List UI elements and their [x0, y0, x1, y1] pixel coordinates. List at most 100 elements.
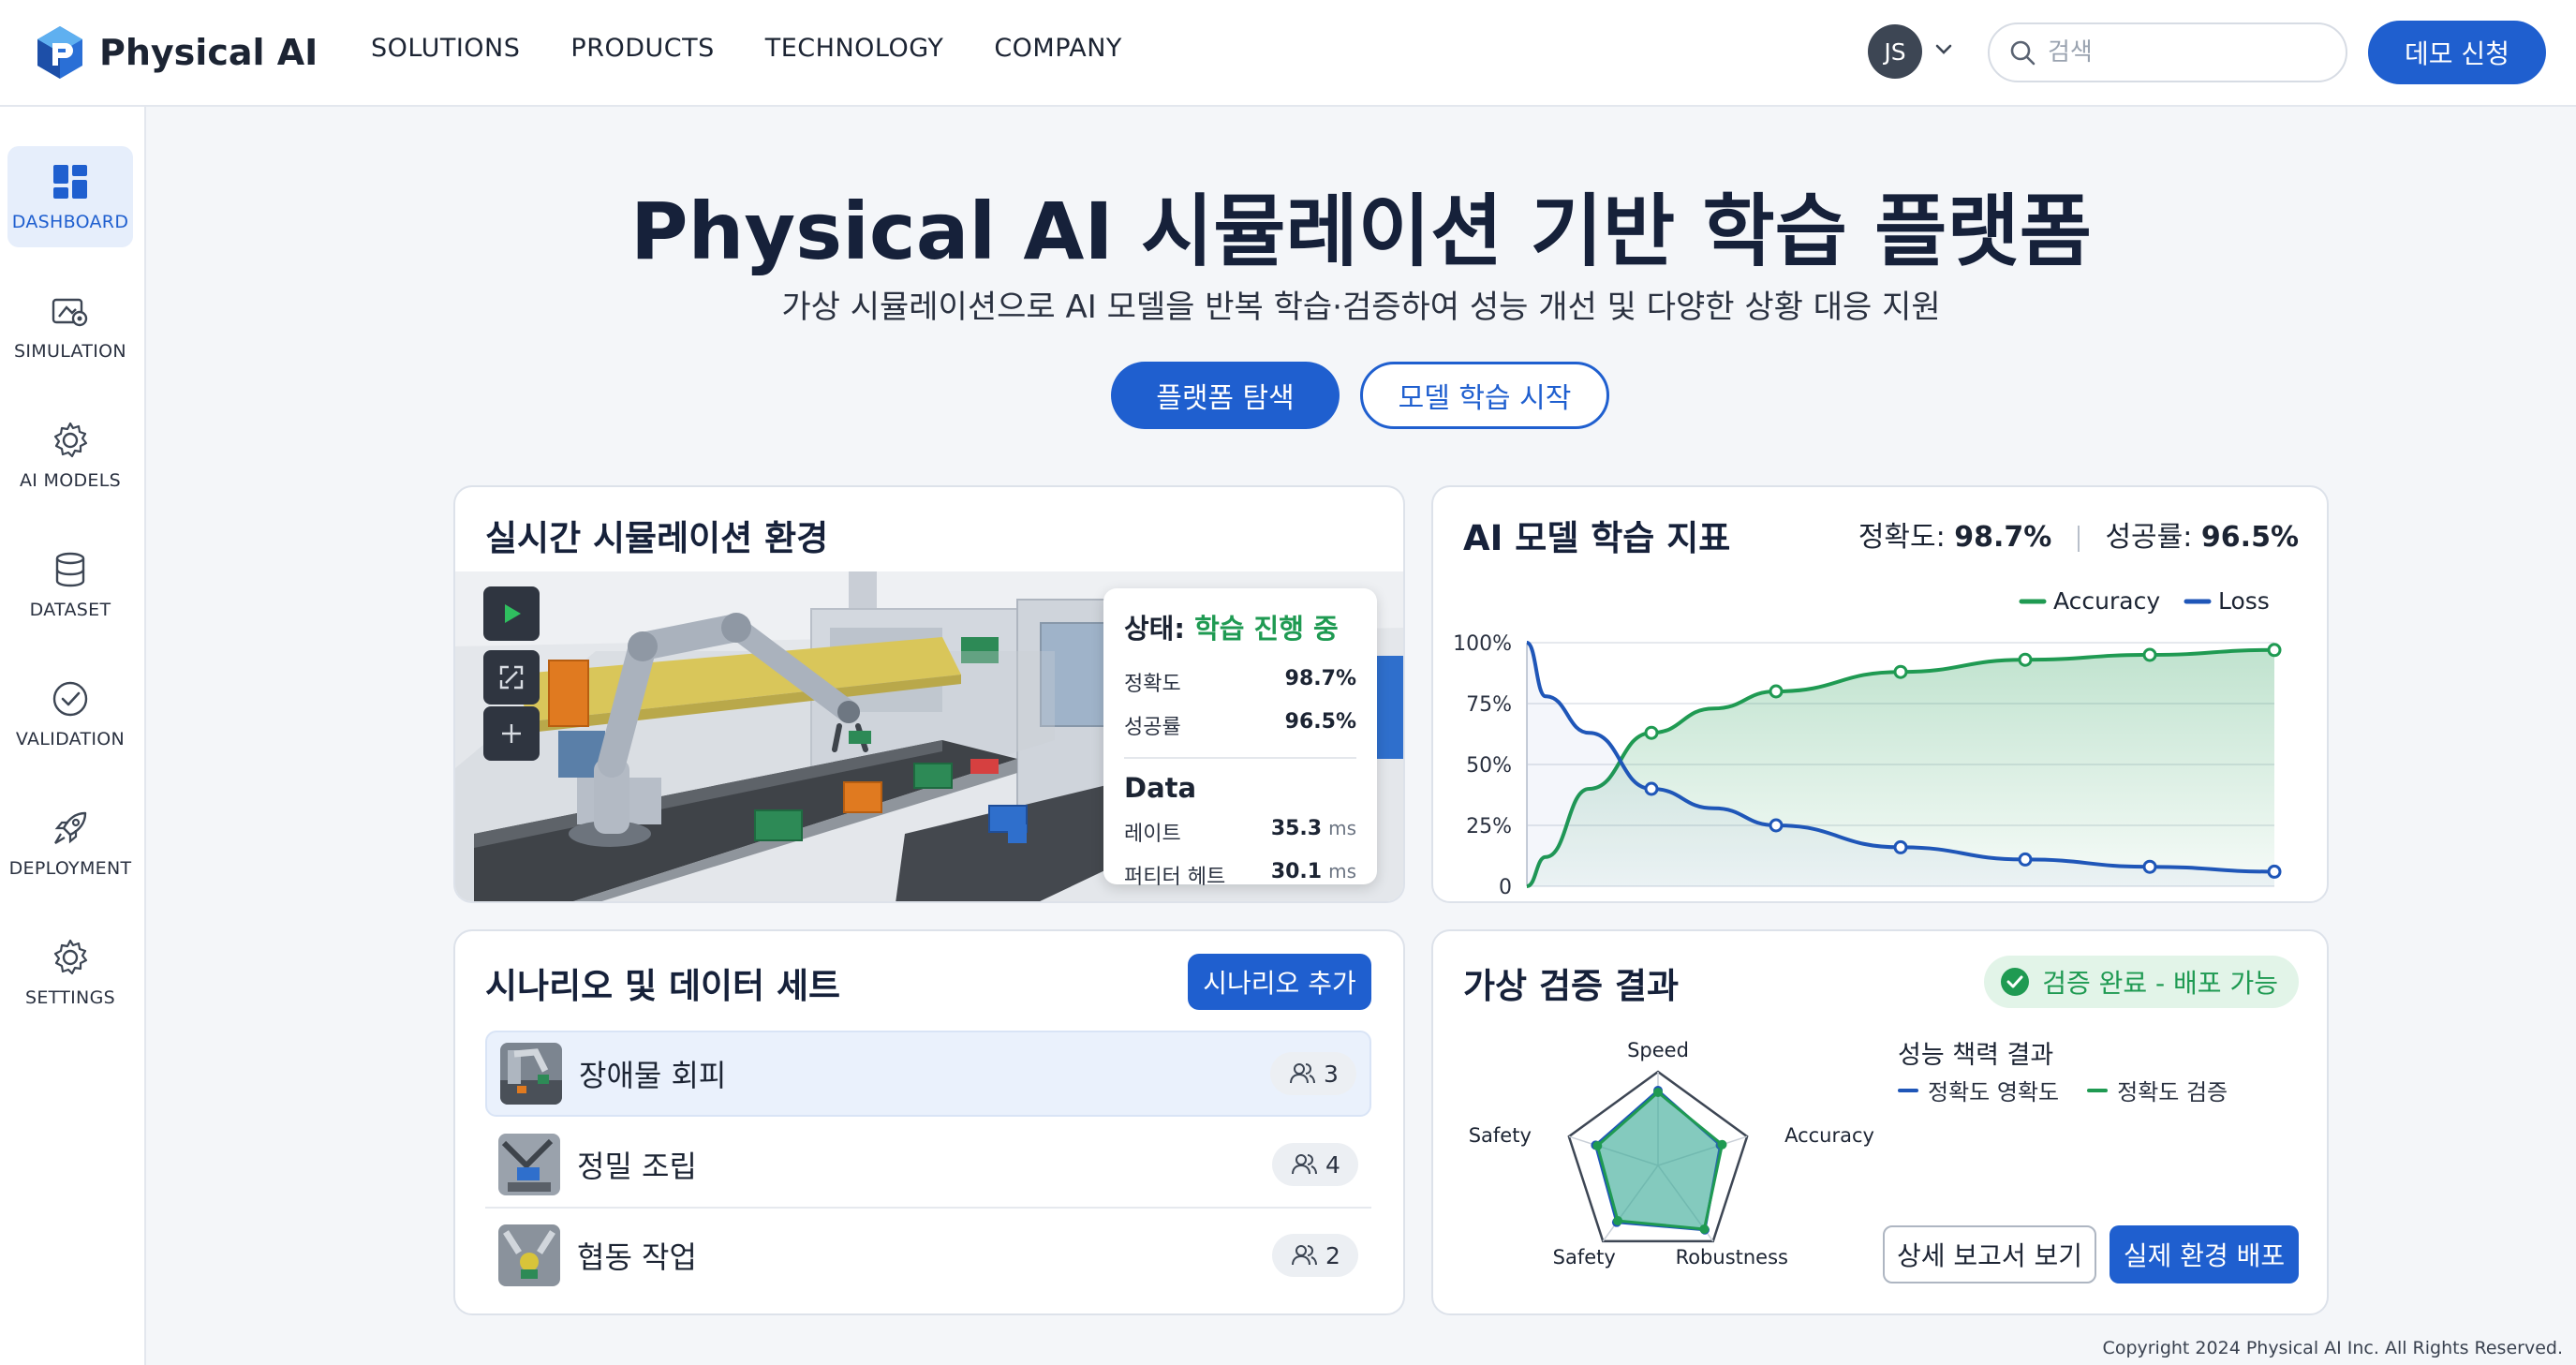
- sidebar-item-simulation[interactable]: SIMULATION: [7, 275, 133, 377]
- scenario-name: 장애물 회피: [579, 1058, 727, 1093]
- chevron-down-icon[interactable]: [1932, 37, 1956, 62]
- accuracy-value: 98.7%: [1954, 521, 2052, 554]
- sidebar-item-settings[interactable]: SETTINGS: [7, 922, 133, 1023]
- view-report-button[interactable]: 상세 보고서 보기: [1883, 1225, 2096, 1283]
- radar-point: [1613, 1216, 1623, 1226]
- sidebar-item-dashboard[interactable]: DASHBOARD: [7, 146, 133, 247]
- demo-request-button[interactable]: 데모 신청: [2368, 21, 2546, 84]
- start-training-button[interactable]: 모델 학습 시작: [1360, 362, 1609, 429]
- sidebar-item-deployment[interactable]: DEPLOYMENT: [7, 793, 133, 894]
- fullscreen-button[interactable]: [483, 650, 540, 705]
- main-nav: SOLUTIONS PRODUCTS TECHNOLOGY COMPANY: [371, 34, 1122, 63]
- check-circle-icon: [52, 681, 88, 717]
- count-value: 4: [1325, 1150, 1340, 1179]
- radar-axis-label: Safety: [1469, 1124, 1532, 1147]
- sidebar-item-label: SIMULATION: [14, 341, 126, 362]
- plus-icon: [502, 724, 521, 743]
- list-item[interactable]: 정밀 조립 4: [485, 1122, 1371, 1209]
- summary-divider: [2077, 525, 2080, 552]
- success-value: 96.5%: [2200, 521, 2299, 554]
- radar-axis-label: Robustness: [1676, 1246, 1788, 1269]
- data-point-loss: [1893, 839, 1908, 854]
- radar-point: [1592, 1140, 1603, 1150]
- legend-item: 정확도 검증: [2087, 1074, 2228, 1106]
- data-row-rate: 레이트 35.3 ms: [1124, 817, 1356, 847]
- deploy-button[interactable]: 실제 환경 배포: [2110, 1225, 2299, 1283]
- data-point-loss: [1644, 781, 1659, 796]
- sidebar-item-ai-models[interactable]: AI MODELS: [7, 405, 133, 506]
- metric-label: 정확도: [1124, 673, 1181, 696]
- nav-technology[interactable]: TECHNOLOGY: [765, 34, 944, 63]
- status-label: 상태:: [1124, 613, 1185, 645]
- legend-label: 정확도 영확도: [1928, 1079, 2060, 1105]
- y-tick-label: 100%: [1453, 632, 1512, 656]
- scenario-name: 정밀 조립: [577, 1149, 697, 1184]
- play-button[interactable]: [483, 586, 540, 641]
- scenario-card-title: 시나리오 및 데이터 세트: [485, 966, 841, 1006]
- validation-radar-chart: Speed Accuracy Robustness Safety Safety: [1469, 1039, 1874, 1269]
- metric-row-accuracy: 정확도 98.7%: [1124, 667, 1356, 697]
- simulation-viewport[interactable]: 상태: 학습 진행 중 정확도 98.7% 성공률 96.5% Data 레이트…: [455, 571, 1403, 901]
- metrics-summary: 정확도: 98.7% 성공률: 96.5%: [1858, 513, 2299, 555]
- sidebar-item-label: SETTINGS: [25, 987, 115, 1008]
- validation-card: 가상 검증 결과 검증 완료 - 배포 가능 Speed Accuracy Robu…: [1431, 929, 2329, 1315]
- radar-axis-label: Safety: [1553, 1246, 1616, 1269]
- radar-legend: 정확도 영확도 정확도 검증: [1898, 1074, 2228, 1106]
- count-value: 2: [1325, 1241, 1340, 1269]
- metric-value: 96.5%: [1284, 710, 1356, 734]
- data-point-accuracy: [1893, 664, 1908, 679]
- x-tick-label: 400: [2006, 900, 2045, 903]
- sidebar-item-label: DASHBOARD: [11, 212, 129, 232]
- sidebar-item-label: DATASET: [29, 600, 111, 620]
- scenario-thumbnail: [498, 1134, 560, 1195]
- radar-point: [1699, 1224, 1710, 1234]
- simulation-icon: [52, 298, 88, 327]
- panel-divider: [1124, 757, 1356, 759]
- nav-products[interactable]: PRODUCTS: [570, 34, 714, 63]
- sidebar-item-validation[interactable]: VALIDATION: [7, 663, 133, 764]
- brand-logo[interactable]: Physical AI: [34, 24, 318, 81]
- play-icon: [505, 604, 521, 623]
- x-tick-label: 300: [1881, 900, 1920, 903]
- data-point-accuracy: [2267, 643, 2282, 658]
- success-label: 성공률:: [2105, 521, 2193, 554]
- scenario-thumbnail: [500, 1043, 562, 1105]
- explore-platform-button[interactable]: 플랫폼 탐색: [1111, 362, 1340, 429]
- y-tick-label: 50%: [1466, 754, 1512, 778]
- users-icon: [1292, 1245, 1318, 1266]
- search-icon: [2010, 40, 2036, 66]
- data-value: 35.3: [1270, 817, 1323, 840]
- add-object-button[interactable]: [483, 706, 540, 761]
- validation-card-title: 가상 검증 결과: [1463, 966, 1680, 1006]
- radar-point: [1717, 1139, 1727, 1150]
- metric-row-success: 성공률 96.5%: [1124, 710, 1356, 740]
- search-box[interactable]: [1988, 22, 2347, 82]
- search-input[interactable]: [2048, 38, 2329, 67]
- simulation-card: 실시간 시뮬레이션 환경 상태: 학습 진행 중 정확도 98.7% 성공률 9…: [453, 485, 1405, 903]
- data-point-accuracy: [2142, 647, 2157, 662]
- list-item[interactable]: 장애물 회피 3: [485, 1031, 1371, 1117]
- list-item[interactable]: 협동 작업 2: [485, 1212, 1371, 1298]
- radar-axis-label: Speed: [1627, 1039, 1689, 1061]
- add-scenario-button[interactable]: 시나리오 추가: [1188, 954, 1371, 1010]
- metric-value: 98.7%: [1284, 667, 1356, 690]
- scenario-thumbnail: [498, 1224, 560, 1286]
- sidebar-item-label: AI MODELS: [20, 470, 121, 491]
- sidebar-item-dataset[interactable]: DATASET: [7, 534, 133, 635]
- x-tick-label: 500: [2130, 900, 2169, 903]
- badge-text: 검증 완료 - 배포 가능: [2042, 968, 2278, 999]
- nav-solutions[interactable]: SOLUTIONS: [371, 34, 520, 63]
- user-avatar[interactable]: JS: [1868, 24, 1922, 79]
- sidebar-item-label: DEPLOYMENT: [8, 858, 132, 879]
- scenario-user-count: 4: [1272, 1143, 1358, 1186]
- x-tick-label: 0: [1520, 900, 1533, 903]
- sidebar-item-label: VALIDATION: [15, 729, 126, 749]
- metrics-card-title: AI 모델 학습 지표: [1463, 518, 1731, 558]
- training-metrics-card: AI 모델 학습 지표 정확도: 98.7% 성공률: 96.5% 0 25% 50…: [1431, 485, 2329, 903]
- performance-title: 성능 책력 결과: [1898, 1041, 2054, 1070]
- training-line-chart: 0 25% 50% 75% 100% 0 100 200 300 400 500 600 Accurac…: [1453, 587, 2294, 903]
- sidebar: DASHBOARD SIMULATION AI MODELS DATASET V…: [0, 107, 146, 1365]
- legend-swatch: [1898, 1088, 1918, 1092]
- rocket-icon: [54, 811, 87, 844]
- nav-company[interactable]: COMPANY: [994, 34, 1122, 63]
